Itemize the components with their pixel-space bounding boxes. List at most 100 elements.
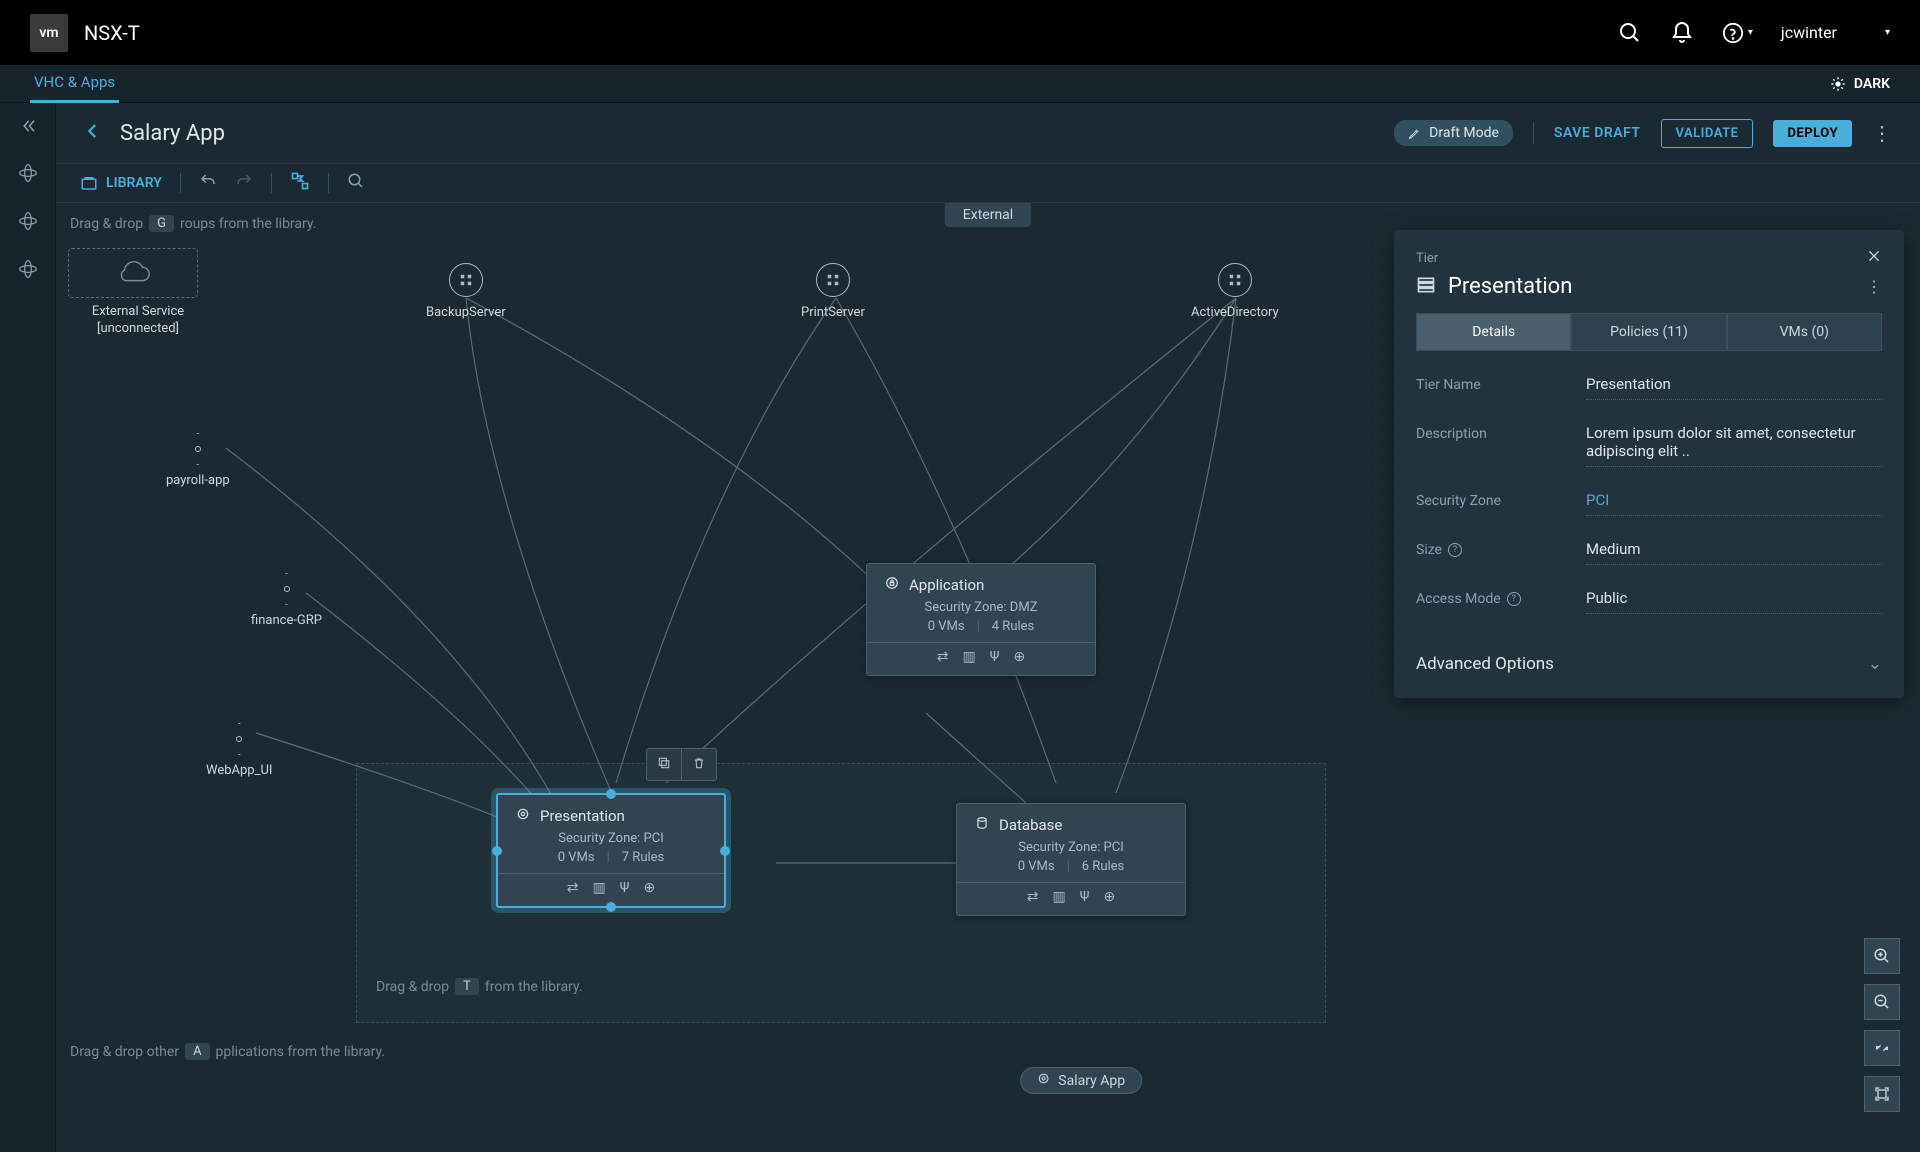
field-security-zone[interactable]: PCI [1586,491,1882,516]
auto-layout-icon[interactable] [290,171,310,195]
hint-groups: Drag & drop G roups from the library. [70,215,316,232]
label-description: Description [1416,424,1566,442]
label-security-zone: Security Zone [1416,491,1566,509]
label-tier-name: Tier Name [1416,375,1566,393]
zoom-in-button[interactable] [1864,938,1900,974]
tab-vms[interactable]: VMs (0) [1727,313,1882,351]
panel-tabs: Details Policies (11) VMs (0) [1416,313,1882,351]
server-icon[interactable]: ▥ [1053,889,1066,905]
help-icon[interactable]: ? [1507,592,1521,606]
theme-toggle[interactable]: DARK [1830,76,1890,92]
tier-presentation[interactable]: Presentation Security Zone: PCI 0 VMs|7 … [496,793,726,908]
tab-policies[interactable]: Policies (11) [1571,313,1726,351]
topbar: vm NSX-T ▾ jcwinter ▾ [0,0,1920,65]
draft-mode-label: Draft Mode [1429,125,1499,141]
more-actions-icon[interactable]: ⋮ [1872,121,1892,145]
server-icon[interactable]: ▥ [593,880,606,896]
field-tier-name[interactable]: Presentation [1586,375,1882,400]
rail-item-2-icon[interactable] [18,211,38,235]
node-backupserver[interactable]: BackupServer [426,263,506,320]
rail-item-1-icon[interactable] [18,163,38,187]
notifications-icon[interactable] [1670,21,1694,45]
node-mini-toolbar [646,748,717,781]
canvas-toolbar: LIBRARY [56,163,1920,203]
lock-icon [885,576,899,594]
theme-label: DARK [1854,76,1890,92]
panel-subtitle: Tier [1416,251,1438,266]
target-icon [1037,1072,1050,1089]
library-button[interactable]: LIBRARY [80,174,162,192]
node-payroll-app[interactable]: payroll-app [166,433,230,488]
page-title: Salary App [120,121,225,146]
server-icon[interactable]: ▥ [963,649,976,665]
help-icon[interactable]: ? [1448,543,1462,557]
hint-apps: Drag & drop other A pplications from the… [70,1043,385,1060]
label-size: Size? [1416,540,1566,558]
panel-title: Presentation [1448,274,1572,299]
grid-icon [816,263,850,297]
tier-application[interactable]: Application Security Zone: DMZ 0 VMs|4 R… [866,563,1096,676]
network-icon[interactable]: Ψ [1080,889,1090,905]
resize-handle[interactable] [492,846,502,856]
rail-item-3-icon[interactable] [18,259,38,283]
search-icon[interactable] [1618,21,1642,45]
zoom-out-button[interactable] [1864,984,1900,1020]
database-icon [975,816,989,834]
node-finance-grp[interactable]: finance-GRP [251,573,322,628]
field-size[interactable]: Medium [1586,540,1882,565]
swap-icon[interactable]: ⇄ [567,880,579,896]
resize-handle[interactable] [606,789,616,799]
vmware-logo: vm [30,14,68,52]
delete-icon[interactable] [682,749,716,780]
resize-handle[interactable] [720,846,730,856]
validate-button[interactable]: VALIDATE [1661,119,1754,148]
cloud-icon [68,248,198,298]
field-description[interactable]: Lorem ipsum dolor sit amet, consectetur … [1586,424,1882,467]
external-service-placeholder[interactable]: External Service[unconnected] [68,248,208,338]
tab-details[interactable]: Details [1416,313,1571,351]
network-icon[interactable]: Ψ [620,880,630,896]
page-header: Salary App Draft Mode SAVE DRAFT VALIDAT… [56,103,1920,163]
node-webapp-ui[interactable]: WebApp_UI [206,723,272,778]
resize-handle[interactable] [606,902,616,912]
details-panel: Tier Presentation ⋮ Details Policies (11… [1394,230,1904,698]
product-name: NSX-T [84,21,140,45]
shield-icon[interactable]: ⊕ [643,880,655,896]
save-draft-button[interactable]: SAVE DRAFT [1554,125,1641,141]
tab-vhc-apps[interactable]: VHC & Apps [30,65,119,103]
redo-icon[interactable] [235,172,253,194]
label-access-mode: Access Mode? [1416,589,1566,607]
shield-icon[interactable]: ⊕ [1103,889,1115,905]
close-icon[interactable] [1866,248,1882,268]
user-menu[interactable]: jcwinter [1781,23,1837,42]
collapse-rail-icon[interactable] [19,117,37,139]
fullscreen-button[interactable] [1864,1076,1900,1112]
canvas-search-icon[interactable] [347,172,365,194]
library-label: LIBRARY [106,175,162,191]
network-icon[interactable]: Ψ [990,649,1000,665]
deploy-button[interactable]: DEPLOY [1773,120,1852,147]
shield-icon[interactable]: ⊕ [1013,649,1025,665]
zoom-controls [1864,938,1900,1112]
field-access-mode[interactable]: Public [1586,589,1882,614]
node-activedirectory[interactable]: ActiveDirectory [1191,263,1279,320]
help-menu[interactable]: ▾ [1722,22,1753,44]
swap-icon[interactable]: ⇄ [1027,889,1039,905]
fit-screen-button[interactable] [1864,1030,1900,1066]
advanced-options-toggle[interactable]: Advanced Options ⌄ [1416,654,1882,674]
copy-icon[interactable] [647,749,682,780]
grid-icon [1218,263,1252,297]
chevron-down-icon: ▾ [1748,27,1753,38]
tier-database[interactable]: Database Security Zone: PCI 0 VMs|6 Rule… [956,803,1186,916]
chevron-down-icon[interactable]: ▾ [1885,27,1890,38]
tier-icon [1416,275,1436,299]
node-printserver[interactable]: PrintServer [801,263,865,320]
panel-more-icon[interactable]: ⋮ [1866,277,1882,296]
back-button[interactable] [84,121,102,146]
target-icon [516,807,530,825]
app-context-pill[interactable]: Salary App [1020,1067,1142,1094]
swap-icon[interactable]: ⇄ [937,649,949,665]
undo-icon[interactable] [199,172,217,194]
hint-tiers: Drag & drop T from the library. [376,978,583,995]
external-section-label: External [945,203,1031,227]
